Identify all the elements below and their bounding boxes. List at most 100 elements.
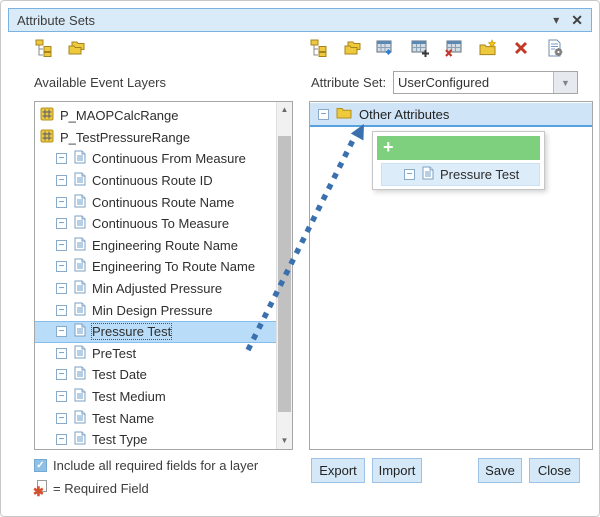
attribute-tree-icon [310,39,328,62]
include-required-fields-row: ✓ Include all required fields for a laye… [34,458,258,473]
attribute-document-icon [74,323,86,340]
field-label: Test Name [92,411,154,426]
left-toolbar [34,40,87,60]
collapse-icon[interactable]: − [56,326,67,337]
collapse-icon[interactable]: − [56,283,67,294]
tree-node-field[interactable]: −Test Type [35,429,276,449]
collapse-icon[interactable]: − [56,197,67,208]
new-attribute-set-button[interactable] [478,40,498,60]
other-attributes-label: Other Attributes [359,107,449,122]
attribute-document-icon [74,215,86,232]
close-button[interactable]: Close [529,458,580,483]
attribute-document-icon [74,258,86,275]
attribute-set-panel: − Other Attributes + − Pressure Test [309,101,593,450]
tree-node-field[interactable]: − Min Adjusted Pressure [35,278,276,300]
attribute-document-icon [74,150,86,167]
required-field-icon: ✱ [34,480,47,496]
field-label: Continuous Route Name [92,195,234,210]
table-add-button[interactable] [410,40,430,60]
table-export-button[interactable] [376,40,396,60]
attribute-document-icon [74,366,86,383]
collapse-icon[interactable]: − [56,153,67,164]
tree-node-field[interactable]: − Test Name [35,407,276,429]
tree-node-field[interactable]: − Test Date [35,364,276,386]
attribute-document-icon [74,345,86,362]
plus-icon: + [383,137,394,157]
field-label: Test Date [92,367,147,382]
tree-node-field[interactable]: −Continuous To Measure [35,213,276,235]
event-layer-icon [40,129,54,146]
layer-tree-icon [35,39,53,62]
delete-attribute-set-button[interactable] [511,40,531,60]
required-field-legend: ✱ = Required Field [34,480,149,496]
chevron-down-icon: ▼ [561,78,570,88]
collapse-icon[interactable]: − [56,175,67,186]
tree-node-field[interactable]: − Continuous Route Name [35,191,276,213]
tree-node-layer[interactable]: P_MAOPCalcRange [35,105,276,127]
collapse-icon[interactable]: − [56,305,67,316]
collapse-icon[interactable]: − [56,413,67,424]
field-label: Test Medium [92,389,166,404]
caret-down-icon[interactable]: ▾ [553,14,559,26]
available-event-layers-label: Available Event Layers [34,75,166,90]
collapse-icon[interactable]: − [56,240,67,251]
field-label: Engineering Route Name [92,238,238,253]
other-attributes-node[interactable]: − Other Attributes [310,103,592,127]
drop-target-bar: + [377,136,540,160]
vertical-scrollbar[interactable]: ▲ ▼ [276,102,292,449]
scrollbar-thumb[interactable] [278,136,291,412]
dialog-title: Attribute Sets [17,13,541,28]
scroll-down-icon[interactable]: ▼ [277,433,292,449]
collapse-icon[interactable]: − [318,109,329,120]
close-icon[interactable]: ✕ [571,13,583,27]
tree-node-layer[interactable]: P_TestPressureRange [35,127,276,149]
collapse-icon[interactable]: − [56,348,67,359]
tree-node-field[interactable]: −PreTest [35,343,276,365]
collapse-icon[interactable]: − [56,261,67,272]
available-layers-panel: P_MAOPCalcRangeP_TestPressureRange−Conti… [34,101,293,450]
attribute-folders-button[interactable] [343,40,363,60]
new-attribute-set-icon [478,39,498,62]
folder-icon [336,106,352,122]
drag-preview-card: + − Pressure Test [372,131,545,190]
required-field-label: = Required Field [53,481,149,496]
include-required-fields-label: Include all required fields for a layer [53,458,258,473]
collapse-icon[interactable]: − [56,218,67,229]
field-label: Engineering To Route Name [92,259,255,274]
scroll-up-icon[interactable]: ▲ [277,102,292,118]
attribute-document-icon [74,194,86,211]
tree-node-field[interactable]: − Pressure Test [35,321,276,343]
table-remove-button[interactable] [444,40,464,60]
save-button[interactable]: Save [478,458,522,483]
open-folders-icon [67,39,87,62]
attribute-tree-button[interactable] [309,40,329,60]
export-button[interactable]: Export [311,458,365,483]
table-export-icon [376,39,396,62]
attribute-document-icon [74,388,86,405]
tree-node-field[interactable]: −Min Design Pressure [35,299,276,321]
field-label: Continuous From Measure [92,151,246,166]
include-required-fields-checkbox[interactable]: ✓ [34,459,47,472]
tree-node-field[interactable]: −Continuous Route ID [35,170,276,192]
configure-report-button[interactable] [545,40,565,60]
tree-node-field[interactable]: − Engineering To Route Name [35,256,276,278]
tree-node-field[interactable]: − Continuous From Measure [35,148,276,170]
collapse-icon[interactable]: − [56,434,67,445]
attribute-sets-dialog: Attribute Sets ▾ ✕ Available Event Layer… [0,0,600,517]
layer-tree-button[interactable] [34,40,54,60]
title-bar: Attribute Sets ▾ ✕ [8,8,592,32]
configure-report-icon [546,39,564,62]
collapse-icon[interactable]: − [56,391,67,402]
delete-attribute-set-icon [513,40,529,61]
attribute-set-dropdown[interactable]: UserConfigured ▼ [393,71,578,94]
tree-node-field[interactable]: − Test Medium [35,386,276,408]
field-label: Pressure Test [92,324,171,339]
attribute-document-icon [422,166,434,183]
dropdown-button[interactable]: ▼ [553,72,577,93]
import-button[interactable]: Import [372,458,422,483]
collapse-icon[interactable]: − [56,369,67,380]
field-label: Min Adjusted Pressure [92,281,222,296]
open-folders-button[interactable] [67,40,87,60]
tree-node-field[interactable]: − Engineering Route Name [35,235,276,257]
attribute-document-icon [74,172,86,189]
